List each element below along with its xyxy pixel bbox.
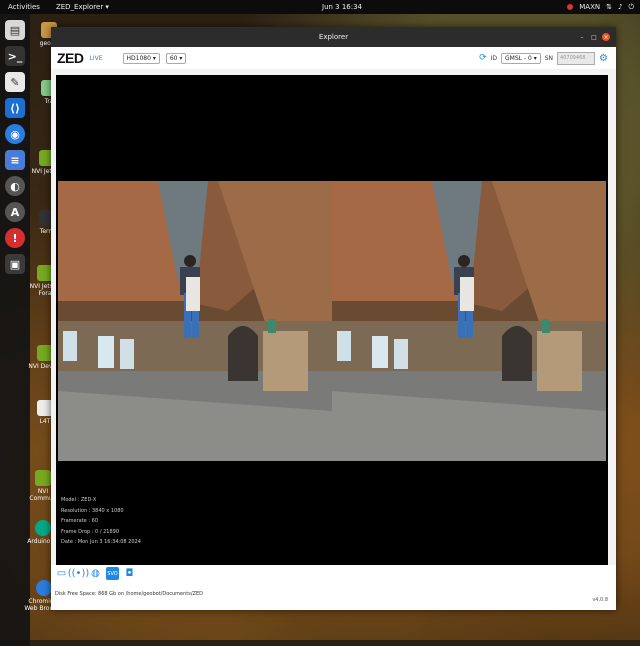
resolution-select[interactable]: HD1080 ▾ (122, 52, 160, 64)
network-icon[interactable]: ⇅ (606, 3, 612, 11)
top-bar: Activities ZED_Explorer ▾ Jun 3 16:34 MA… (0, 0, 640, 14)
video-view[interactable]: Model : ZED-X Resolution : 3840 x 1080 F… (56, 75, 608, 598)
desktop-icon-label: L4T (39, 418, 51, 425)
maximize-icon[interactable]: □ (590, 33, 598, 41)
minimize-icon[interactable]: – (578, 33, 586, 41)
power-mode[interactable]: MAXN (579, 3, 600, 11)
fps-select[interactable]: 60 ▾ (165, 52, 187, 64)
title-bar[interactable]: Explorer – □ × (51, 27, 616, 47)
info-resolution: Resolution : 3840 x 1080 (61, 507, 124, 514)
camera-snapshot-icon[interactable]: ◘ (123, 567, 136, 580)
info-model: Model : ZED-X (61, 497, 97, 503)
obs-icon[interactable]: ◐ (5, 176, 25, 196)
activities-button[interactable]: Activities (8, 3, 40, 11)
explorer-window: Explorer – □ × ZED LIVE HD1080 ▾ 60 ▾ ⟳ … (51, 27, 616, 610)
power-icon[interactable]: ⏻ (628, 3, 634, 12)
system-tray[interactable]: MAXN ⇅ ♪ ⏻ (567, 3, 634, 12)
folder-icon[interactable]: ▭ (55, 567, 68, 580)
camera-info-panel: Model : ZED-X Resolution : 3840 x 1080 F… (61, 495, 141, 548)
disk-space-text: Disk Free Space: 868 Gb on /home/geobot/… (55, 591, 203, 597)
text-editor-icon[interactable]: ✎ (5, 72, 25, 92)
sn-label: SN (544, 54, 554, 62)
files-icon[interactable]: ▤ (5, 20, 25, 40)
settings-gear-icon[interactable]: ⚙ (599, 53, 608, 64)
live-label: LIVE (89, 54, 103, 62)
info-frame-drop: Frame Drop : 0 / 21890 (61, 528, 120, 535)
id-label: ID (490, 54, 498, 62)
right-camera-frame (332, 181, 606, 461)
svo-record-icon[interactable]: SVO (106, 567, 119, 580)
toolbar: ZED LIVE HD1080 ▾ 60 ▾ ⟳ ID GMSL - 0 ▾ S… (51, 47, 616, 69)
fps-value: 60 (169, 54, 178, 62)
depth-icon[interactable]: ◍ (89, 567, 102, 580)
update-warning-icon[interactable]: ! (5, 228, 25, 248)
right-camera-image (332, 181, 606, 461)
info-date: Date : Mon Jun 3 16:34:08 2024 (61, 539, 141, 545)
left-camera-image (58, 181, 332, 461)
vscode-icon[interactable]: ⟨⟩ (5, 98, 25, 118)
left-camera-frame (58, 181, 332, 461)
window-title: Explorer (318, 33, 349, 41)
zed-explorer-icon[interactable]: ▣ (5, 254, 25, 274)
software-center-icon[interactable]: A (5, 202, 25, 222)
stream-icon[interactable]: ((•)) (68, 567, 90, 580)
app-menu[interactable]: ZED_Explorer ▾ (56, 3, 109, 11)
chromium-icon[interactable]: ◉ (5, 124, 25, 144)
dock: ▤ >_ ✎ ⟨⟩ ◉ ≡ ◐ A ! ▣ (0, 14, 30, 646)
refresh-icon[interactable]: ⟳ (479, 53, 487, 63)
document-icon[interactable]: ≡ (5, 150, 25, 170)
zed-logo: ZED (57, 50, 84, 66)
bottom-bar: ▭ ((•)) ◍ SVO ◘ Disk Free Space: 868 Gb … (51, 565, 616, 610)
volume-icon[interactable]: ♪ (618, 3, 622, 11)
camera-value: GMSL - 0 (505, 54, 532, 62)
clock[interactable]: Jun 3 16:34 (322, 3, 362, 11)
sn-field[interactable]: 40709468 (557, 51, 596, 65)
version-label: v4.0.8 (592, 597, 608, 603)
nvidia-icon[interactable] (567, 4, 574, 10)
info-framerate: Framerate : 60 (61, 518, 98, 524)
camera-select[interactable]: GMSL - 0 ▾ (501, 52, 541, 64)
close-icon[interactable]: × (602, 33, 610, 41)
terminal-icon[interactable]: >_ (5, 46, 25, 66)
resolution-value: HD1080 (126, 54, 151, 62)
